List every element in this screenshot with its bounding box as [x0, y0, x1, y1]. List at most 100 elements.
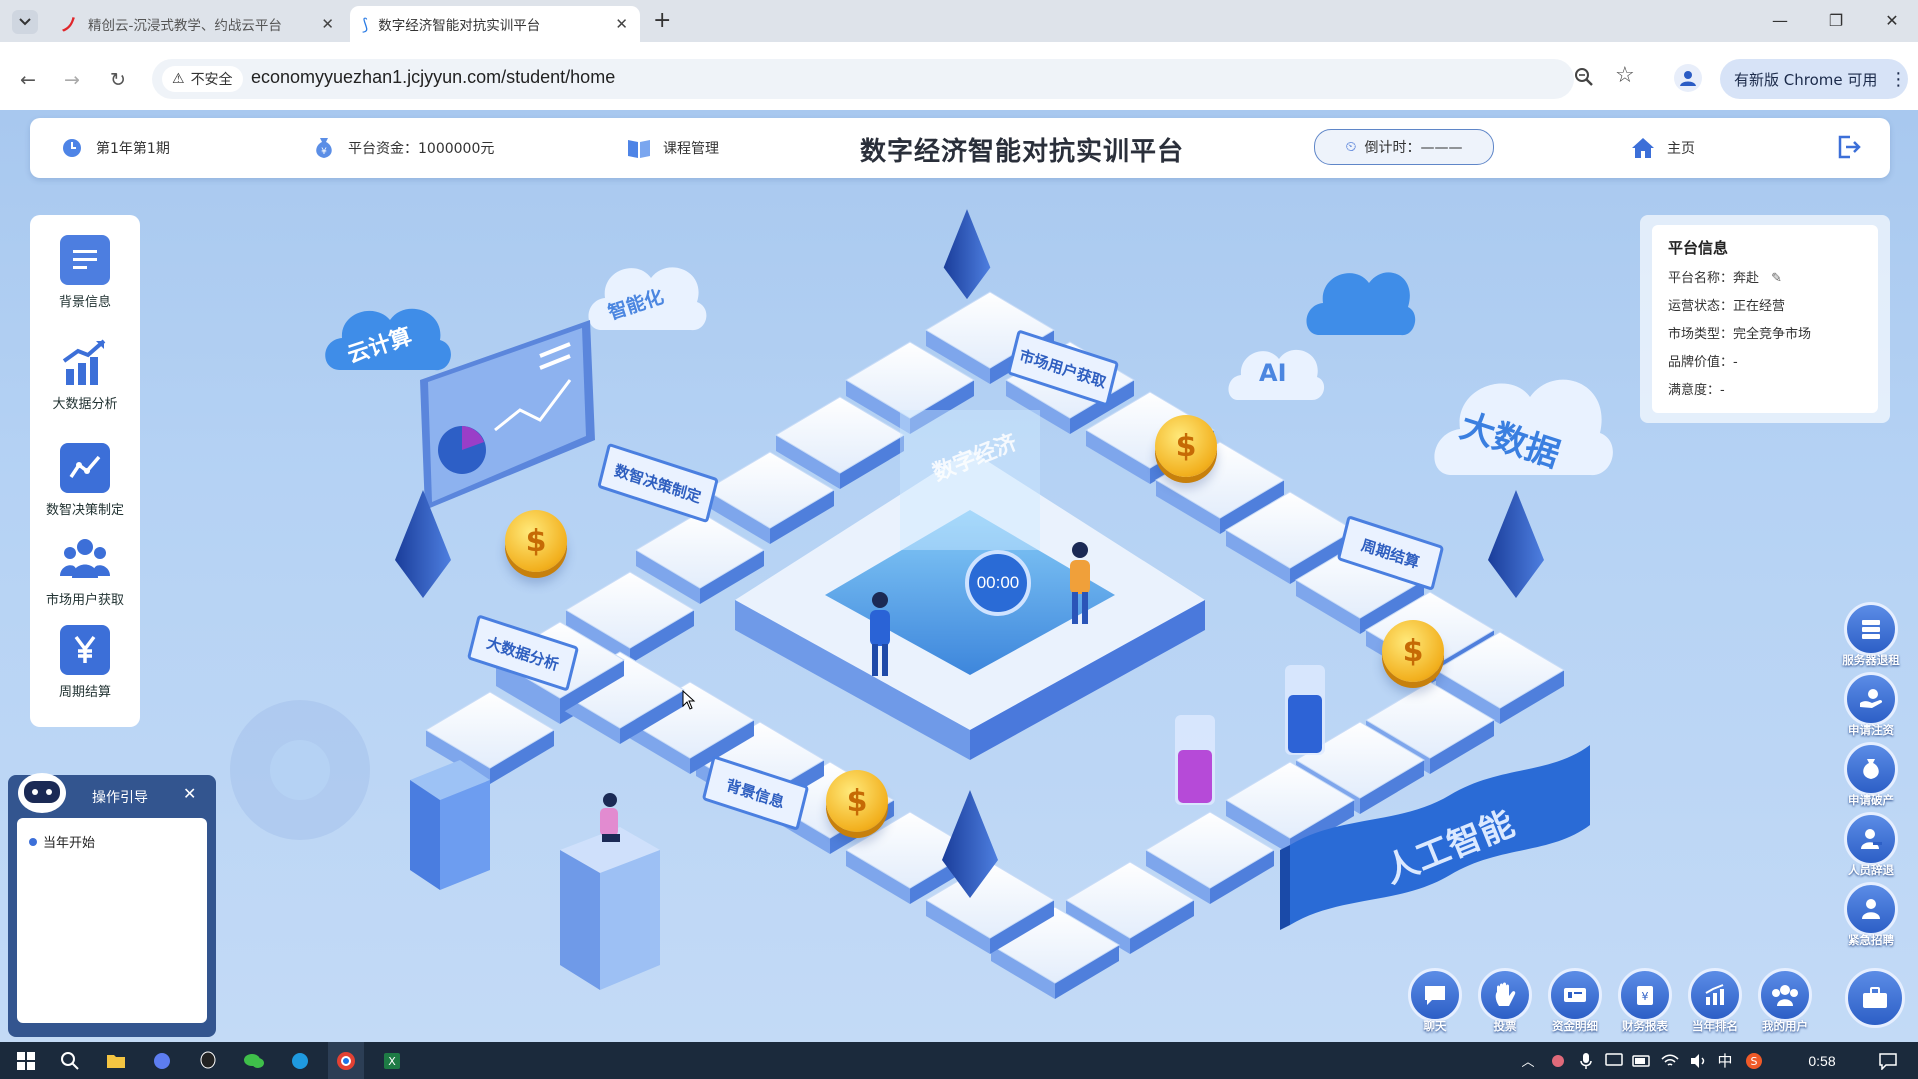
- clock-icon: [60, 136, 84, 160]
- url-text[interactable]: economyyuezhan1.jcjyyun.com/student/home: [251, 67, 615, 88]
- chat-button[interactable]: 聊天: [1405, 968, 1465, 1034]
- apply-investment-button[interactable]: 申请注资: [1842, 672, 1900, 738]
- microphone-icon[interactable]: [1574, 1042, 1598, 1079]
- apply-bankruptcy-button[interactable]: 申请破产: [1842, 742, 1900, 808]
- menu-item-settlement[interactable]: 周期结算: [30, 625, 140, 700]
- volume-icon[interactable]: [1686, 1042, 1710, 1079]
- menu-item-decision[interactable]: 数智决策制定: [30, 443, 140, 518]
- info-label: 市场类型：: [1668, 327, 1734, 342]
- chrome-taskbar-icon[interactable]: [328, 1042, 364, 1079]
- info-row-name: 平台名称：奔赴 ✎: [1668, 267, 1782, 286]
- player-figure-icon: [1070, 542, 1090, 624]
- tab-search-button[interactable]: [12, 10, 38, 34]
- menu-item-background-info[interactable]: 背景信息: [30, 235, 140, 310]
- tab-jingchuang[interactable]: ノ 精创云-沉浸式教学、约战云平台 ✕: [46, 6, 346, 42]
- financial-report-button[interactable]: ¥ 财务报表: [1615, 968, 1675, 1034]
- home-link[interactable]: 主页: [1631, 136, 1695, 160]
- start-button[interactable]: [8, 1042, 44, 1079]
- menu-item-big-data[interactable]: 大数据分析: [30, 337, 140, 412]
- toolbox-button[interactable]: [1845, 968, 1905, 1028]
- platform-info-heading: 平台信息: [1668, 239, 1729, 257]
- chevron-down-icon: [19, 18, 31, 26]
- mouse-cursor-icon: [682, 690, 696, 710]
- notification-center-icon[interactable]: [1870, 1042, 1906, 1079]
- countdown-label: 倒计时：———: [1364, 140, 1463, 156]
- button-label: 服务器退租: [1842, 653, 1900, 667]
- close-tab-icon[interactable]: ✕: [321, 15, 334, 33]
- bookmark-star-icon[interactable]: ☆: [1615, 63, 1635, 88]
- close-tab-icon[interactable]: ✕: [615, 15, 628, 33]
- reload-button[interactable]: ↻: [104, 66, 132, 94]
- back-button[interactable]: ←: [14, 66, 42, 94]
- course-management-link[interactable]: 课程管理: [627, 136, 719, 160]
- server-return-button[interactable]: 服务器退租: [1842, 602, 1900, 668]
- close-guide-icon[interactable]: ✕: [183, 784, 196, 803]
- wifi-icon[interactable]: [1658, 1042, 1682, 1079]
- logout-icon[interactable]: [1836, 134, 1862, 164]
- network-monitor-icon[interactable]: [1602, 1042, 1626, 1079]
- sogou-input-icon[interactable]: S: [1742, 1042, 1766, 1079]
- jingchuang-logo-icon: ノ: [60, 15, 78, 36]
- left-menu: 背景信息 大数据分析 数智决策制定 市场用户获取 周期结算: [30, 215, 140, 727]
- crystal-icon: [1488, 490, 1544, 598]
- minimize-button[interactable]: —: [1766, 8, 1794, 32]
- guide-step: 当年开始: [29, 832, 95, 851]
- file-explorer-icon[interactable]: [98, 1042, 134, 1079]
- excel-icon[interactable]: X: [374, 1042, 410, 1079]
- button-label: 申请注资: [1848, 723, 1894, 737]
- line-chart-icon: [60, 443, 110, 493]
- button-label: 投票: [1493, 1019, 1517, 1033]
- menu-item-market-users[interactable]: 市场用户获取: [30, 533, 140, 608]
- svg-text:S: S: [1751, 1055, 1758, 1068]
- forward-button[interactable]: →: [58, 66, 86, 94]
- book-icon: [627, 136, 651, 160]
- ime-indicator[interactable]: 中: [1712, 1042, 1738, 1079]
- chart-bar-icon: [60, 337, 110, 387]
- info-value: -: [1733, 355, 1738, 370]
- close-window-button[interactable]: ✕: [1878, 8, 1906, 32]
- security-chip[interactable]: ⚠ 不安全: [162, 66, 243, 92]
- annual-ranking-button[interactable]: 当年排名: [1685, 968, 1745, 1034]
- profile-avatar[interactable]: [1674, 64, 1702, 92]
- tray-chevron-up-icon[interactable]: ︿: [1516, 1042, 1540, 1079]
- site-favicon-icon: ⟆: [362, 14, 369, 34]
- svg-text:X: X: [388, 1055, 396, 1068]
- coin-icon: $: [1155, 415, 1217, 477]
- tab-title: 精创云-沉浸式教学、约战云平台: [88, 18, 282, 34]
- battery-icon[interactable]: [1630, 1042, 1654, 1079]
- chrome-update-button[interactable]: 有新版 Chrome 可用 ⋮: [1720, 59, 1908, 99]
- app-blue-icon[interactable]: [144, 1042, 180, 1079]
- server-icon: [1844, 602, 1898, 656]
- security-label: 不安全: [190, 72, 233, 88]
- urgent-hiring-button[interactable]: 紧急招聘: [1842, 882, 1900, 948]
- game-page: 云计算 智能化 AI 大数据 数字经济 00:00 数智决策制定 市场用户获取 …: [0, 110, 1918, 1042]
- hand-icon: [1478, 968, 1532, 1022]
- qq-icon[interactable]: [190, 1042, 226, 1079]
- fund-details-button[interactable]: 资金明细: [1545, 968, 1605, 1034]
- restore-button[interactable]: ❐: [1822, 8, 1850, 32]
- dismiss-staff-button[interactable]: 人员辞退: [1842, 812, 1900, 878]
- guide-title: 操作引导: [92, 790, 148, 806]
- taskbar-clock[interactable]: 0:58: [1792, 1042, 1852, 1079]
- windows-logo-icon: [17, 1051, 35, 1070]
- bullet-dot-icon: [29, 837, 37, 846]
- warning-icon: ⚠: [172, 71, 185, 87]
- edge-browser-icon[interactable]: [282, 1042, 318, 1079]
- my-users-button[interactable]: 我的用户: [1755, 968, 1815, 1034]
- zoom-icon[interactable]: [1573, 66, 1595, 92]
- tray-app-icon[interactable]: [1546, 1042, 1570, 1079]
- top-header: 第1年第1期 ¥ 平台资金：1000000元 课程管理 数字经济智能对抗实训平台…: [30, 118, 1890, 178]
- new-tab-button[interactable]: +: [653, 8, 671, 33]
- taskbar-search-icon[interactable]: [52, 1042, 88, 1079]
- person-icon: [1680, 71, 1696, 86]
- group-icon: [1758, 968, 1812, 1022]
- button-label: 紧急招聘: [1848, 933, 1894, 947]
- edit-pencil-icon[interactable]: ✎: [1771, 271, 1782, 286]
- coin-icon: $: [1382, 620, 1444, 682]
- wechat-icon[interactable]: [236, 1042, 272, 1079]
- menu-label: 市场用户获取: [45, 593, 124, 608]
- vote-button[interactable]: 投票: [1475, 968, 1535, 1034]
- tab-active-platform[interactable]: ⟆ 数字经济智能对抗实训平台 ✕: [350, 6, 640, 42]
- crystal-icon: [943, 209, 991, 300]
- menu-label: 周期结算: [58, 685, 111, 700]
